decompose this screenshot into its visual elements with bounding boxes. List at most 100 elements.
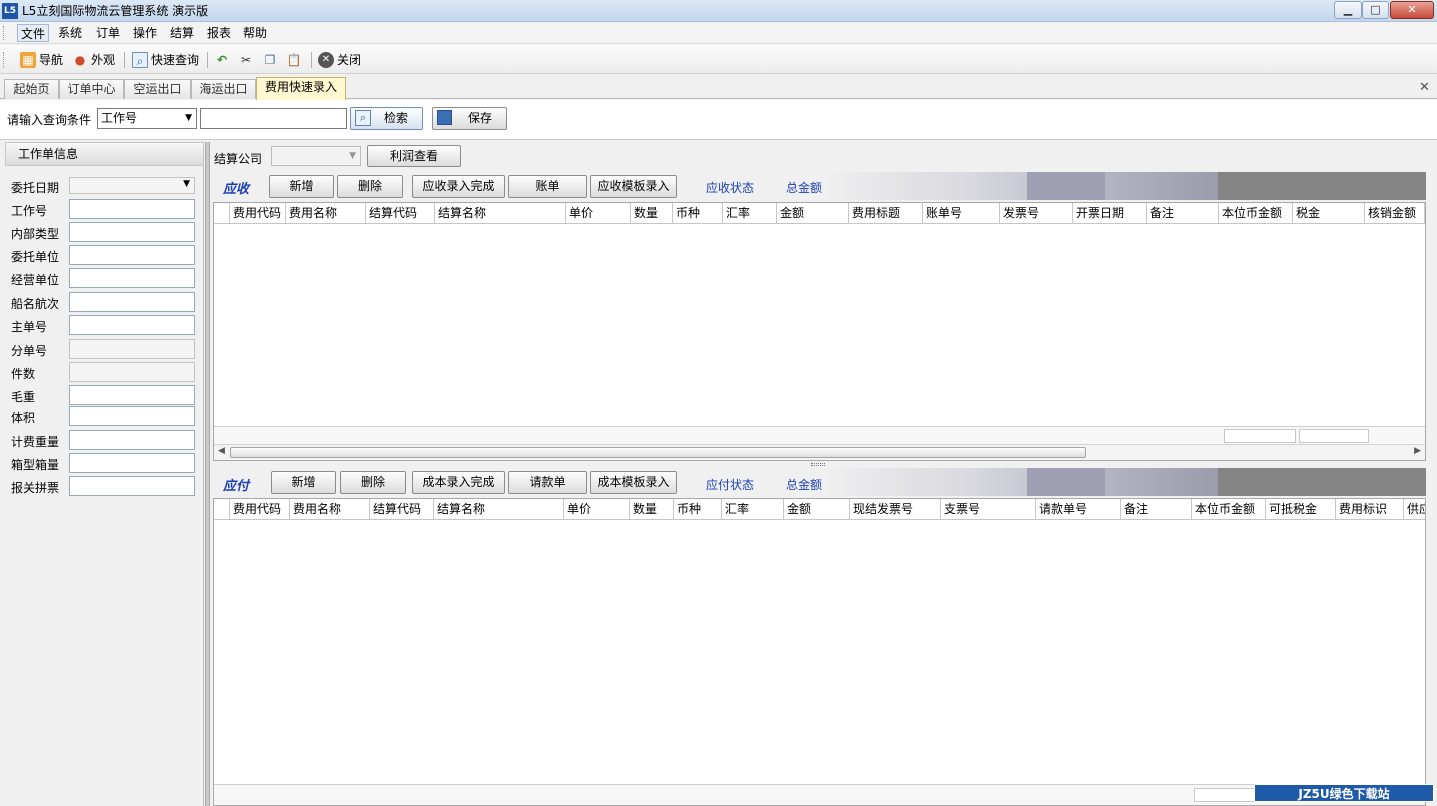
column-header[interactable]: 数量 (630, 499, 674, 519)
menu-report[interactable]: 报表 (204, 24, 234, 42)
settlement-company-select[interactable]: ▼ (271, 146, 361, 166)
menu-settlement[interactable]: 结算 (167, 24, 197, 42)
job-number-field[interactable] (69, 199, 195, 219)
menu-file[interactable]: 文件 (17, 24, 50, 42)
copy-button[interactable]: ❐ (262, 50, 281, 70)
cost-complete-button[interactable]: 成本录入完成 (412, 471, 505, 494)
payment-request-button[interactable]: 请款单 (508, 471, 587, 494)
gross-weight-field[interactable] (69, 385, 195, 405)
column-header[interactable]: 税金 (1293, 203, 1365, 223)
entrust-date-field[interactable]: ▼ (69, 177, 195, 194)
internal-type-field[interactable] (69, 222, 195, 242)
column-header[interactable]: 现结发票号 (850, 499, 941, 519)
close-label: 关闭 (337, 53, 362, 67)
column-header[interactable]: 金额 (784, 499, 850, 519)
column-header[interactable]: 开票日期 (1073, 203, 1147, 223)
column-header[interactable]: 可抵税金 (1266, 499, 1336, 519)
column-header[interactable]: 备注 (1147, 203, 1219, 223)
column-header[interactable]: 费用代码 (230, 203, 286, 223)
summary-cell (1299, 429, 1369, 443)
pieces-field[interactable] (69, 362, 195, 382)
payable-status-link[interactable]: 应付状态 (706, 476, 754, 493)
appearance-button[interactable]: ● 外观 (72, 50, 115, 70)
column-header[interactable]: 核销金额 (1365, 203, 1425, 223)
column-header[interactable]: 备注 (1121, 499, 1192, 519)
column-header[interactable]: 汇率 (723, 203, 777, 223)
tab-sea-export[interactable]: 海运出口 (191, 79, 256, 99)
minimize-button[interactable]: ▁ (1334, 1, 1362, 19)
column-header[interactable]: 费用标识 (1336, 499, 1404, 519)
section-splitter-grip[interactable] (811, 463, 825, 466)
column-header[interactable]: 币种 (674, 499, 722, 519)
tab-quick-fee-entry[interactable]: 费用快速录入 (256, 77, 346, 100)
column-header[interactable]: 费用标题 (849, 203, 923, 223)
search-input[interactable] (200, 108, 347, 129)
menu-system[interactable]: 系统 (55, 24, 85, 42)
customs-combined-field[interactable] (69, 476, 195, 496)
nav-button[interactable]: ▦ 导航 (20, 50, 63, 70)
tab-order-center[interactable]: 订单中心 (59, 79, 124, 99)
undo-button[interactable]: ↶ (214, 50, 233, 70)
tab-start-page[interactable]: 起始页 (4, 79, 59, 99)
scroll-thumb[interactable] (230, 447, 1086, 458)
container-type-field[interactable] (69, 453, 195, 473)
column-header[interactable]: 本位币金额 (1192, 499, 1266, 519)
column-header[interactable]: 供应 (1404, 499, 1425, 519)
menu-help[interactable]: 帮助 (240, 24, 270, 42)
column-header[interactable]: 币种 (673, 203, 723, 223)
column-header[interactable]: 结算代码 (370, 499, 434, 519)
menu-operation[interactable]: 操作 (130, 24, 160, 42)
column-header[interactable]: 数量 (631, 203, 673, 223)
column-header[interactable]: 费用名称 (286, 203, 366, 223)
column-header[interactable]: 结算代码 (366, 203, 435, 223)
scroll-right-icon[interactable]: ▶ (1414, 446, 1421, 456)
column-header[interactable]: 发票号 (1000, 203, 1073, 223)
payable-delete-button[interactable]: 删除 (340, 471, 406, 494)
field-label: 经营单位 (11, 273, 60, 287)
column-header[interactable]: 结算名称 (434, 499, 564, 519)
field-label: 报关拼票 (11, 481, 60, 495)
search-button[interactable]: ⌕ 检索 (350, 107, 423, 130)
cut-button[interactable]: ✂ (238, 50, 257, 70)
column-header[interactable]: 单价 (566, 203, 631, 223)
receivable-complete-button[interactable]: 应收录入完成 (412, 175, 505, 198)
vessel-voyage-field[interactable] (69, 292, 195, 312)
entrusting-unit-field[interactable] (69, 245, 195, 265)
bill-button[interactable]: 账单 (508, 175, 587, 198)
query-field-select[interactable]: 工作号 ▼ (97, 108, 197, 129)
receivable-delete-button[interactable]: 删除 (337, 175, 403, 198)
quick-query-button[interactable]: ⌕ 快速查询 (132, 50, 199, 70)
paste-button[interactable]: 📋 (286, 50, 305, 70)
column-header[interactable]: 请款单号 (1036, 499, 1121, 519)
close-window-button[interactable]: ✕ (1390, 1, 1434, 19)
maximize-button[interactable]: □ (1362, 1, 1389, 19)
column-header[interactable]: 本位币金额 (1219, 203, 1293, 223)
column-header[interactable]: 金额 (777, 203, 849, 223)
menu-order[interactable]: 订单 (93, 24, 123, 42)
receivable-horizontal-scrollbar[interactable]: ◀ ▶ (214, 444, 1425, 460)
panel-splitter[interactable] (205, 142, 210, 806)
column-header[interactable]: 费用名称 (290, 499, 370, 519)
master-bl-field[interactable] (69, 315, 195, 335)
receivable-status-link[interactable]: 应收状态 (706, 179, 754, 196)
close-button[interactable]: ✕ 关闭 (318, 50, 361, 70)
cost-template-button[interactable]: 成本模板录入 (590, 471, 677, 494)
column-header[interactable]: 单价 (564, 499, 630, 519)
column-header[interactable]: 费用代码 (230, 499, 290, 519)
chargeable-weight-field[interactable] (69, 430, 195, 450)
payable-add-button[interactable]: 新增 (271, 471, 336, 494)
close-tab-icon[interactable]: ✕ (1419, 80, 1430, 95)
receivable-template-button[interactable]: 应收模板录入 (590, 175, 677, 198)
house-bl-field[interactable] (69, 339, 195, 359)
column-header[interactable]: 结算名称 (435, 203, 566, 223)
column-header[interactable]: 汇率 (722, 499, 784, 519)
save-button[interactable]: 保存 (432, 107, 507, 130)
receivable-add-button[interactable]: 新增 (269, 175, 334, 198)
volume-field[interactable] (69, 406, 195, 426)
tab-air-export[interactable]: 空运出口 (124, 79, 191, 99)
scroll-left-icon[interactable]: ◀ (218, 446, 225, 456)
profit-view-button[interactable]: 利润查看 (367, 145, 461, 167)
column-header[interactable]: 支票号 (941, 499, 1036, 519)
column-header[interactable]: 账单号 (923, 203, 1000, 223)
operating-unit-field[interactable] (69, 268, 195, 288)
